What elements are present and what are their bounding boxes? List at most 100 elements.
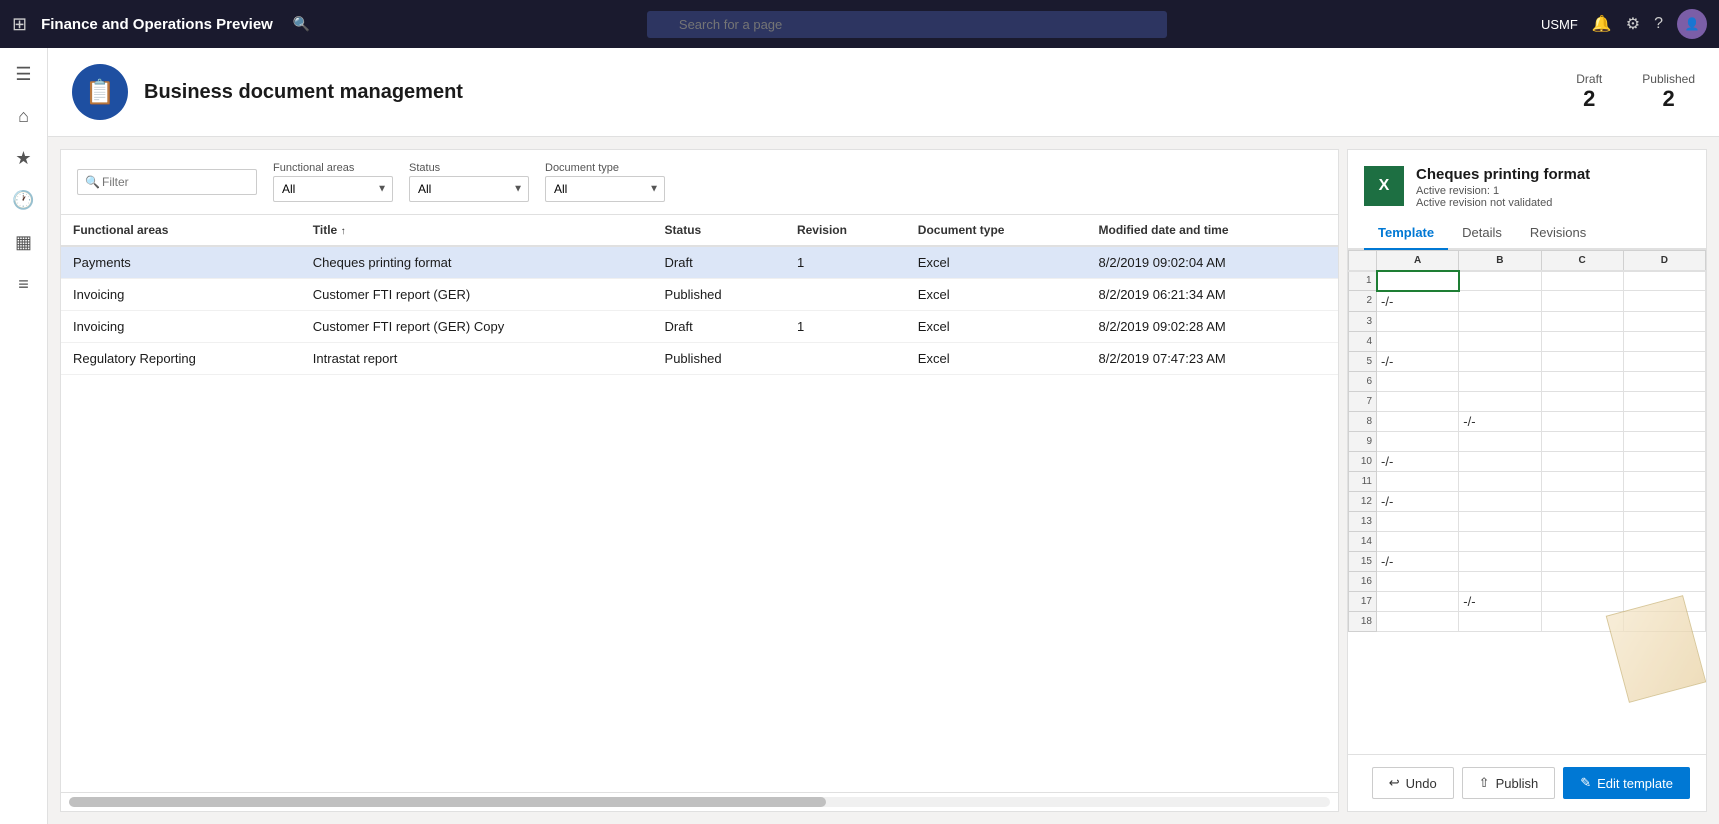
sheet-cell-11-3[interactable] [1623, 471, 1705, 491]
sidebar-item-favorites[interactable]: ★ [6, 140, 42, 176]
grid-icon[interactable]: ⊞ [12, 14, 27, 35]
status-select[interactable]: All [409, 176, 529, 202]
sheet-cell-16-1[interactable] [1459, 571, 1541, 591]
sidebar-item-recent[interactable]: 🕐 [6, 182, 42, 218]
sheet-cell-18-0[interactable] [1377, 611, 1459, 631]
filter-input[interactable] [77, 169, 257, 195]
sheet-cell-12-3[interactable] [1623, 491, 1705, 511]
sheet-cell-9-0[interactable] [1377, 431, 1459, 451]
sheet-cell-8-3[interactable] [1623, 411, 1705, 431]
sheet-cell-13-1[interactable] [1459, 511, 1541, 531]
sheet-cell-3-2[interactable] [1541, 311, 1623, 331]
sheet-cell-10-0[interactable]: -/- [1377, 451, 1459, 471]
sheet-cell-15-1[interactable] [1459, 551, 1541, 571]
sheet-cell-3-3[interactable] [1623, 311, 1705, 331]
sheet-cell-11-1[interactable] [1459, 471, 1541, 491]
table-row[interactable]: Regulatory Reporting Intrastat report Pu… [61, 343, 1338, 375]
sheet-cell-15-3[interactable] [1623, 551, 1705, 571]
table-row[interactable]: Invoicing Customer FTI report (GER) Publ… [61, 279, 1338, 311]
notification-icon[interactable]: 🔔 [1592, 14, 1612, 34]
sheet-cell-2-3[interactable] [1623, 291, 1705, 312]
sheet-cell-16-3[interactable] [1623, 571, 1705, 591]
row-num-13: 13 [1349, 511, 1377, 531]
sheet-cell-14-2[interactable] [1541, 531, 1623, 551]
sheet-cell-12-1[interactable] [1459, 491, 1541, 511]
detail-toolbar: ↩ Undo ⇧ Publish ✎ Edit template [1348, 754, 1706, 811]
sheet-cell-6-1[interactable] [1459, 371, 1541, 391]
sheet-cell-16-0[interactable] [1377, 571, 1459, 591]
sheet-cell-3-1[interactable] [1459, 311, 1541, 331]
sheet-cell-8-2[interactable] [1541, 411, 1623, 431]
functional-areas-select[interactable]: All [273, 176, 393, 202]
avatar[interactable]: 👤 [1677, 9, 1707, 39]
tab-revisions[interactable]: Revisions [1516, 217, 1600, 250]
sheet-cell-7-3[interactable] [1623, 391, 1705, 411]
sheet-cell-15-0[interactable]: -/- [1377, 551, 1459, 571]
table-row[interactable]: Invoicing Customer FTI report (GER) Copy… [61, 311, 1338, 343]
sheet-cell-5-2[interactable] [1541, 351, 1623, 371]
sheet-cell-4-3[interactable] [1623, 331, 1705, 351]
sheet-cell-17-1[interactable]: -/- [1459, 591, 1541, 611]
sheet-cell-13-0[interactable] [1377, 511, 1459, 531]
sidebar-item-workspaces[interactable]: ▦ [6, 224, 42, 260]
settings-icon[interactable]: ⚙ [1626, 14, 1640, 34]
col-header-title[interactable]: Title ↑ [301, 215, 653, 246]
sheet-cell-10-1[interactable] [1459, 451, 1541, 471]
sheet-cell-14-0[interactable] [1377, 531, 1459, 551]
sheet-cell-9-2[interactable] [1541, 431, 1623, 451]
sheet-cell-2-1[interactable] [1459, 291, 1541, 312]
document-type-select[interactable]: All [545, 176, 665, 202]
search-input[interactable] [647, 11, 1167, 38]
sheet-cell-13-2[interactable] [1541, 511, 1623, 531]
sheet-cell-13-3[interactable] [1623, 511, 1705, 531]
sheet-cell-5-0[interactable]: -/- [1377, 351, 1459, 371]
sheet-cell-9-1[interactable] [1459, 431, 1541, 451]
sheet-cell-8-1[interactable]: -/- [1459, 411, 1541, 431]
sheet-cell-3-0[interactable] [1377, 311, 1459, 331]
table-area: 🔍 Functional areas All ▼ Statu [60, 149, 1339, 812]
sheet-cell-12-2[interactable] [1541, 491, 1623, 511]
tab-details[interactable]: Details [1448, 217, 1516, 250]
sheet-cell-1-3[interactable] [1623, 271, 1705, 291]
sheet-cell-11-0[interactable] [1377, 471, 1459, 491]
sheet-cell-2-2[interactable] [1541, 291, 1623, 312]
sheet-cell-10-2[interactable] [1541, 451, 1623, 471]
sheet-cell-16-2[interactable] [1541, 571, 1623, 591]
sheet-cell-6-2[interactable] [1541, 371, 1623, 391]
sidebar-item-home[interactable]: ⌂ [6, 98, 42, 134]
sheet-cell-11-2[interactable] [1541, 471, 1623, 491]
sheet-cell-6-0[interactable] [1377, 371, 1459, 391]
tab-template[interactable]: Template [1364, 217, 1448, 250]
sidebar-item-menu[interactable]: ☰ [6, 56, 42, 92]
sheet-cell-4-0[interactable] [1377, 331, 1459, 351]
sheet-cell-5-3[interactable] [1623, 351, 1705, 371]
sheet-cell-6-3[interactable] [1623, 371, 1705, 391]
publish-button[interactable]: ⇧ Publish [1462, 767, 1556, 799]
sheet-cell-17-2[interactable] [1541, 591, 1623, 611]
sheet-cell-10-3[interactable] [1623, 451, 1705, 471]
sheet-cell-12-0[interactable]: -/- [1377, 491, 1459, 511]
sheet-cell-7-0[interactable] [1377, 391, 1459, 411]
edit-template-button[interactable]: ✎ Edit template [1563, 767, 1690, 799]
sheet-cell-14-3[interactable] [1623, 531, 1705, 551]
help-icon[interactable]: ? [1654, 15, 1663, 33]
sheet-cell-4-1[interactable] [1459, 331, 1541, 351]
sheet-cell-9-3[interactable] [1623, 431, 1705, 451]
sheet-cell-1-0[interactable] [1377, 271, 1459, 291]
undo-button[interactable]: ↩ Undo [1372, 767, 1454, 799]
sheet-cell-5-1[interactable] [1459, 351, 1541, 371]
sheet-cell-1-1[interactable] [1459, 271, 1541, 291]
sheet-cell-14-1[interactable] [1459, 531, 1541, 551]
sheet-cell-15-2[interactable] [1541, 551, 1623, 571]
sidebar-item-all-modules[interactable]: ≡ [6, 266, 42, 302]
sheet-cell-7-2[interactable] [1541, 391, 1623, 411]
sheet-cell-2-0[interactable]: -/- [1377, 291, 1459, 312]
sheet-cell-17-0[interactable] [1377, 591, 1459, 611]
sheet-corner [1349, 251, 1377, 271]
sheet-cell-18-1[interactable] [1459, 611, 1541, 631]
sheet-cell-1-2[interactable] [1541, 271, 1623, 291]
sheet-cell-4-2[interactable] [1541, 331, 1623, 351]
table-row[interactable]: Payments Cheques printing format Draft 1… [61, 246, 1338, 279]
sheet-cell-8-0[interactable] [1377, 411, 1459, 431]
sheet-cell-7-1[interactable] [1459, 391, 1541, 411]
